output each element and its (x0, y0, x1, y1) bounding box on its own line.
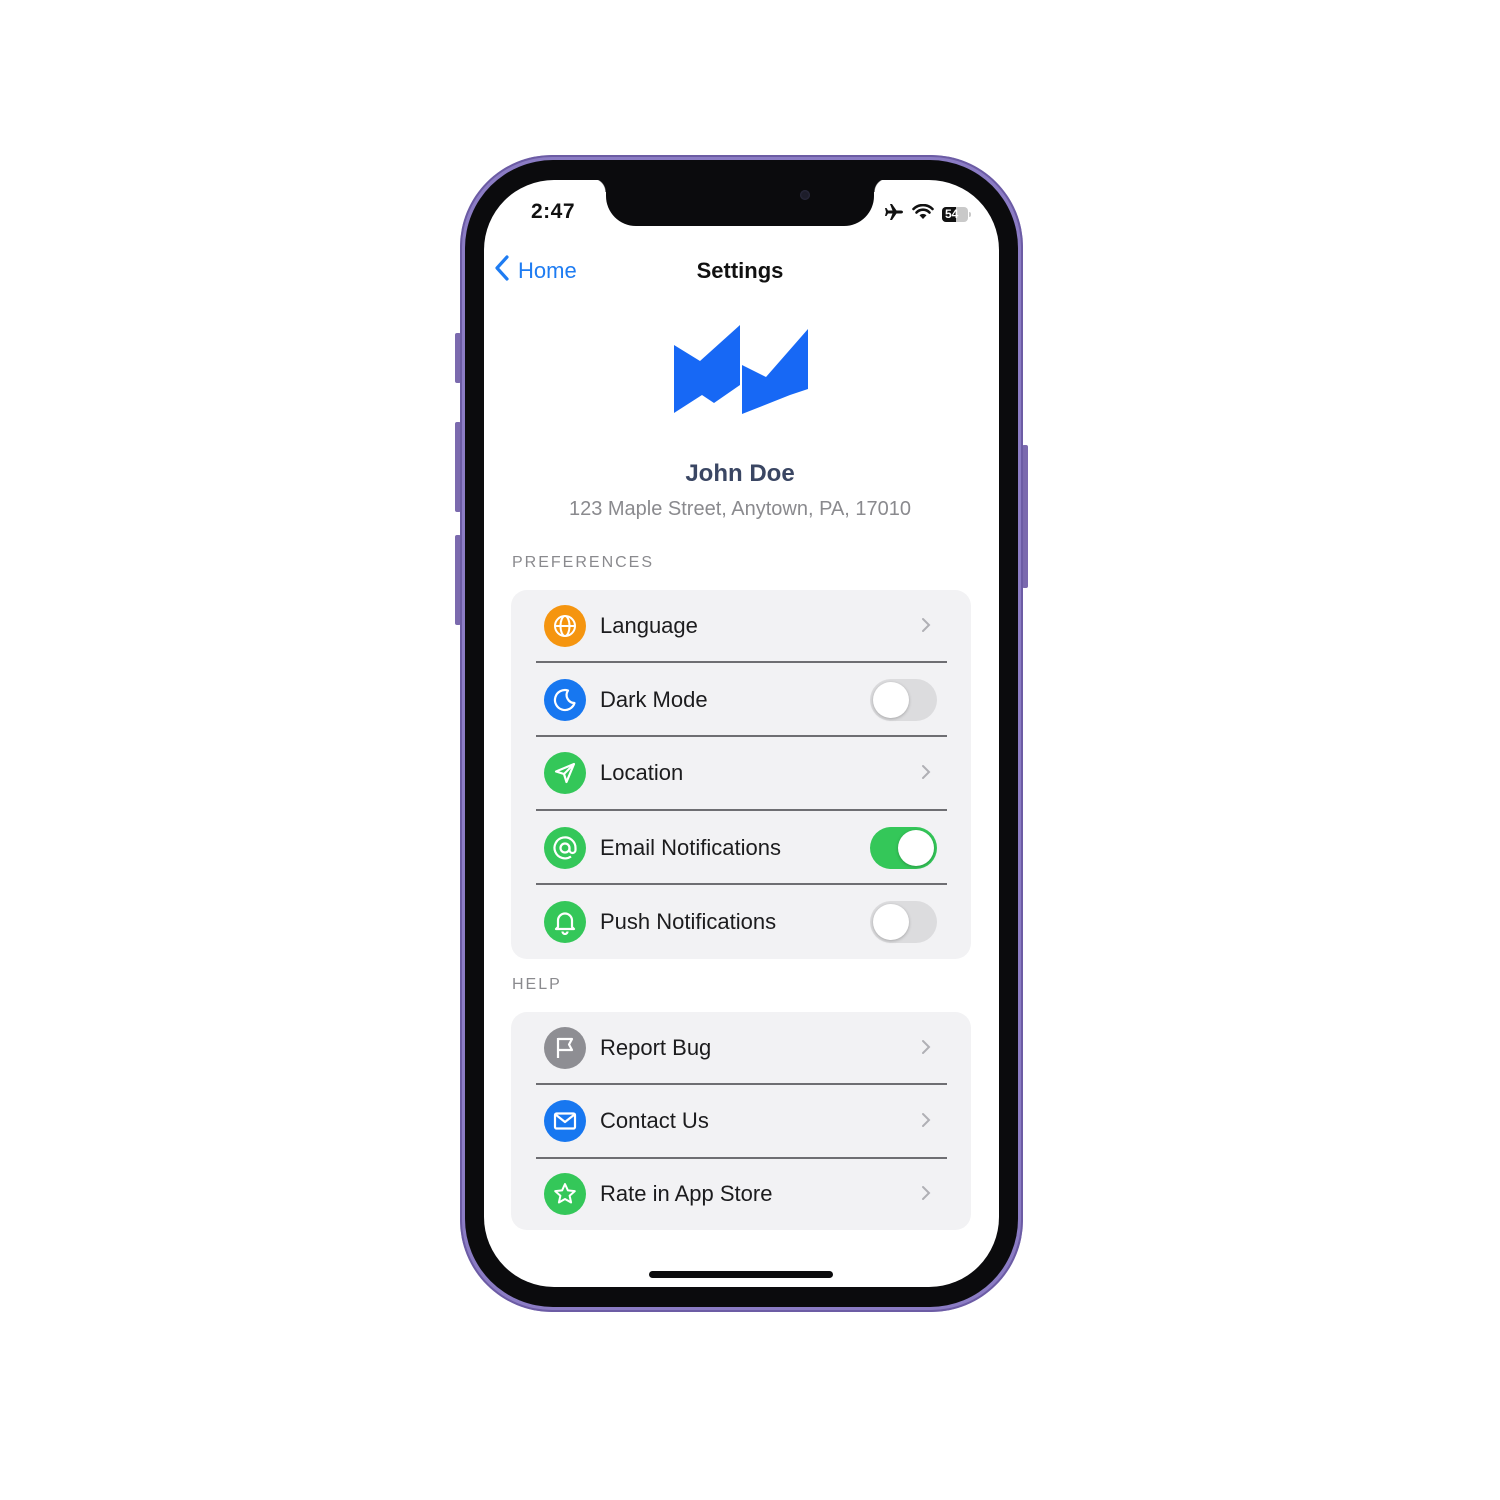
chevron-left-icon (494, 255, 510, 286)
star-icon (544, 1173, 586, 1215)
row-label: Contact Us (600, 1108, 709, 1133)
push-notifications-toggle[interactable] (870, 901, 937, 943)
back-button-label: Home (518, 257, 577, 283)
settings-row-language[interactable]: Language (511, 590, 971, 662)
wifi-icon (912, 203, 934, 225)
settings-row-email-notifications: Email Notifications (511, 812, 971, 884)
section-header-preferences: PREFERENCES (512, 554, 655, 571)
app-logo (672, 323, 810, 420)
row-label: Location (600, 760, 684, 785)
settings-row-contact-us[interactable]: Contact Us (511, 1085, 971, 1157)
settings-row-dark-mode: Dark Mode (511, 664, 971, 736)
row-label: Report Bug (600, 1035, 712, 1060)
row-label: Language (600, 613, 698, 638)
notch (592, 178, 888, 226)
dark-mode-toggle[interactable] (870, 679, 937, 721)
preferences-card: Language Dark Mode Location Email Notifi… (511, 590, 971, 959)
flag-icon (544, 1027, 586, 1069)
at-icon (544, 827, 586, 869)
status-time: 2:47 (531, 200, 576, 223)
profile-address: 123 Maple Street, Anytown, PA, 17010 (568, 498, 912, 520)
chevron-right-icon (921, 1039, 931, 1060)
row-label: Email Notifications (600, 835, 781, 860)
email-notifications-toggle[interactable] (870, 827, 937, 869)
settings-row-push-notifications: Push Notifications (511, 886, 971, 958)
settings-row-report-bug[interactable]: Report Bug (511, 1012, 971, 1084)
divider (536, 883, 947, 885)
bell-icon (544, 901, 586, 943)
front-camera (800, 190, 810, 200)
settings-row-location[interactable]: Location (511, 737, 971, 809)
airplane-icon (884, 203, 904, 226)
battery-icon: 54 (942, 207, 971, 222)
section-header-help: HELP (512, 976, 562, 993)
help-card: Report Bug Contact Us Rate in App Store (511, 1012, 971, 1230)
settings-row-rate-app[interactable]: Rate in App Store (511, 1158, 971, 1230)
page-title: Settings (696, 258, 784, 283)
home-indicator[interactable] (649, 1271, 833, 1278)
chevron-right-icon (921, 764, 931, 785)
row-label: Dark Mode (600, 687, 708, 712)
back-button[interactable]: Home (494, 255, 577, 286)
divider (536, 661, 947, 663)
status-icons: 54 (884, 203, 971, 226)
location-arrow-icon (544, 752, 586, 794)
moon-icon (544, 679, 586, 721)
chevron-right-icon (921, 1112, 931, 1133)
profile-name: John Doe (685, 460, 795, 487)
chevron-right-icon (921, 1185, 931, 1206)
battery-level: 54 (945, 207, 959, 221)
chevron-right-icon (921, 617, 931, 638)
row-label: Rate in App Store (600, 1181, 773, 1206)
globe-icon (544, 605, 586, 647)
row-label: Push Notifications (600, 909, 777, 934)
envelope-icon (544, 1100, 586, 1142)
divider (536, 809, 947, 811)
